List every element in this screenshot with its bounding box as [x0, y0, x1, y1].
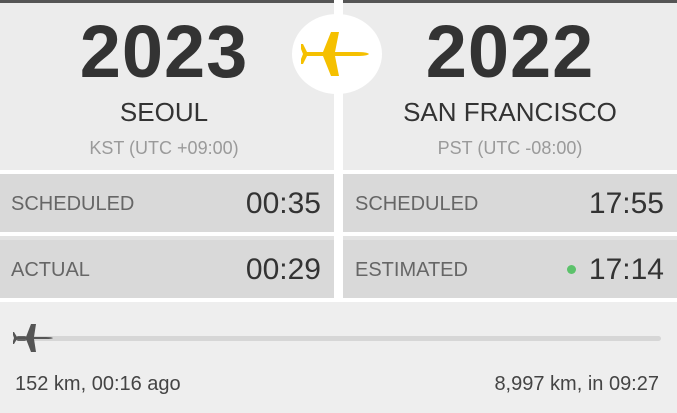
plane-icon [301, 32, 369, 76]
status-dot [567, 265, 576, 274]
origin-timezone: KST (UTC +09:00) [89, 138, 239, 158]
origin-actual-row: ACTUAL 00:29 [0, 240, 334, 298]
flight-progress: 152 km, 00:16 ago 8,997 km, in 09:27 [0, 302, 677, 413]
dest-estimated-label: ESTIMATED [355, 259, 468, 281]
destination-code: 2022 [425, 10, 595, 93]
dest-estimated-time: 17:14 [588, 253, 664, 286]
origin-scheduled-time: 00:35 [245, 187, 321, 220]
remaining-text: 8,997 km, in 09:27 [494, 373, 659, 395]
elapsed-text: 152 km, 00:16 ago [15, 373, 181, 395]
origin-scheduled-row: SCHEDULED 00:35 [0, 174, 334, 232]
origin-panel: 2023 SEOUL KST (UTC +09:00) [0, 0, 334, 170]
plane-badge [292, 14, 382, 94]
origin-actual-label: ACTUAL [11, 259, 90, 281]
dest-estimated-row: ESTIMATED 17:14 [343, 240, 677, 298]
dest-scheduled-time: 17:55 [588, 187, 664, 220]
destination-timezone: PST (UTC -08:00) [437, 138, 583, 158]
origin-actual-time: 00:29 [245, 253, 321, 286]
row-separator [0, 232, 677, 236]
progress-track [16, 336, 661, 341]
plane-icon [13, 324, 53, 352]
dest-scheduled-row: SCHEDULED 17:55 [343, 174, 677, 232]
dest-scheduled-label: SCHEDULED [355, 193, 479, 215]
destination-panel: 2022 SAN FRANCISCO PST (UTC -08:00) [343, 0, 677, 170]
origin-scheduled-label: SCHEDULED [11, 193, 135, 215]
origin-city: SEOUL [119, 97, 209, 127]
origin-code: 2023 [79, 10, 249, 93]
destination-city: SAN FRANCISCO [403, 97, 617, 127]
